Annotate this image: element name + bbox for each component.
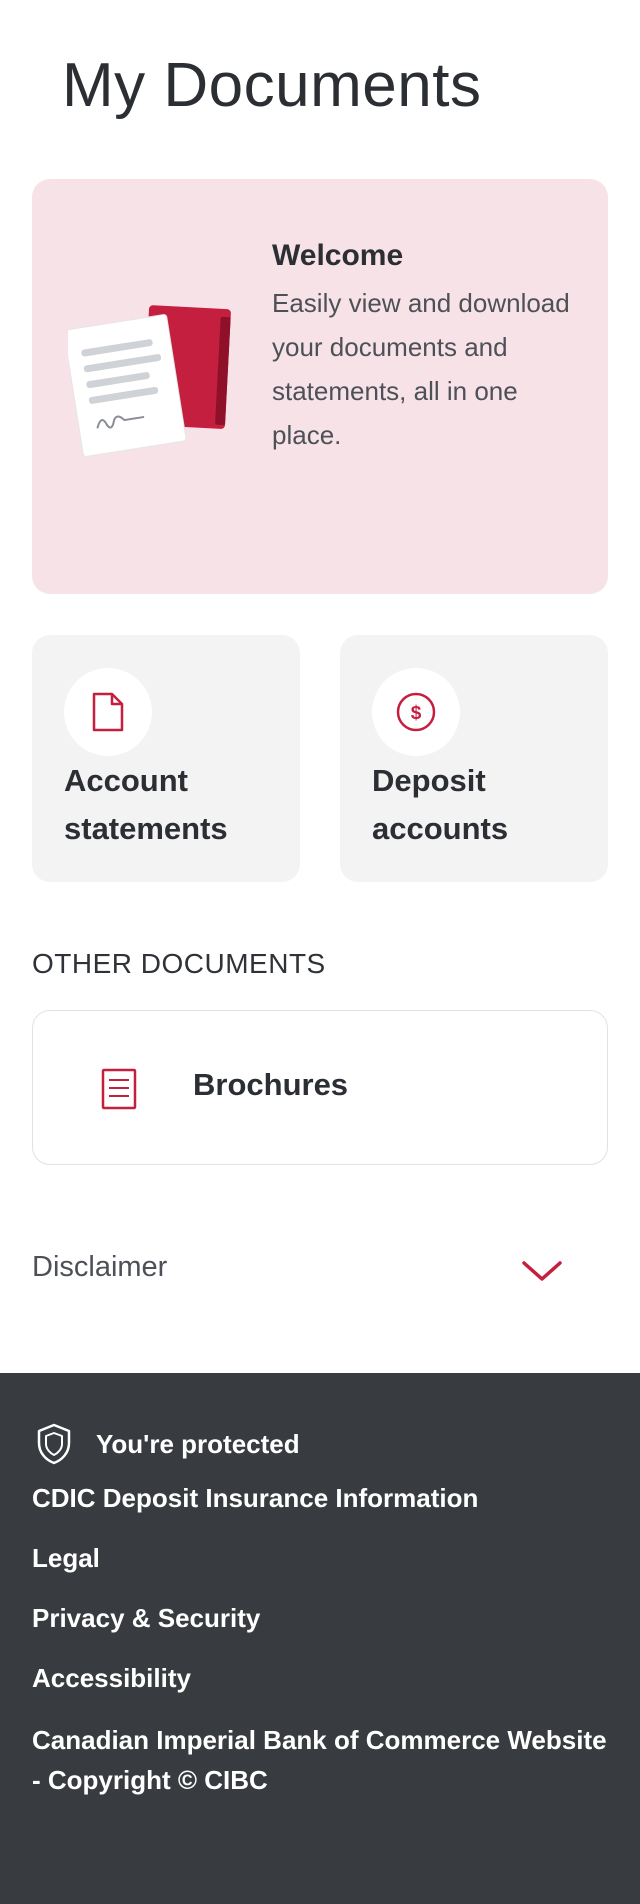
svg-text:$: $ (411, 703, 422, 724)
page-title: My Documents (62, 51, 482, 120)
privacy-security-link[interactable]: Privacy & Security (32, 1603, 260, 1634)
account-statements-label: Account statements (64, 763, 228, 846)
deposit-accounts-tile[interactable]: $ Deposit accounts (340, 635, 608, 882)
welcome-card: Welcome Easily view and download your do… (32, 179, 608, 594)
deposit-accounts-label: Deposit accounts (372, 763, 509, 846)
protected-label: You're protected (96, 1429, 300, 1459)
cdic-insurance-link[interactable]: CDIC Deposit Insurance Information (32, 1483, 478, 1514)
dollar-coin-icon: $ (396, 692, 436, 732)
welcome-description: Easily view and download your documents … (272, 288, 570, 450)
chevron-down-icon[interactable] (520, 1257, 564, 1285)
shield-icon (37, 1423, 71, 1465)
account-statements-tile[interactable]: Account statements (32, 635, 300, 882)
accessibility-link[interactable]: Accessibility (32, 1663, 191, 1694)
legal-link[interactable]: Legal (32, 1543, 100, 1574)
welcome-heading: Welcome (272, 239, 404, 272)
footer: You're protected CDIC Deposit Insurance … (0, 1373, 640, 1904)
tile-icon-circle (64, 668, 152, 756)
other-documents-heading: OTHER DOCUMENTS (32, 948, 326, 979)
document-icon (92, 692, 124, 732)
disclaimer-label: Disclaimer (32, 1251, 168, 1283)
brochure-icon (101, 1068, 137, 1110)
disclaimer-toggle[interactable]: Disclaimer (32, 1245, 608, 1295)
documents-folder-icon (68, 305, 231, 457)
brochures-link[interactable]: Brochures (32, 1010, 608, 1165)
tile-icon-circle: $ (372, 668, 460, 756)
brochures-label: Brochures (193, 1067, 349, 1102)
copyright-text: Canadian Imperial Bank of Commerce Websi… (32, 1725, 607, 1795)
